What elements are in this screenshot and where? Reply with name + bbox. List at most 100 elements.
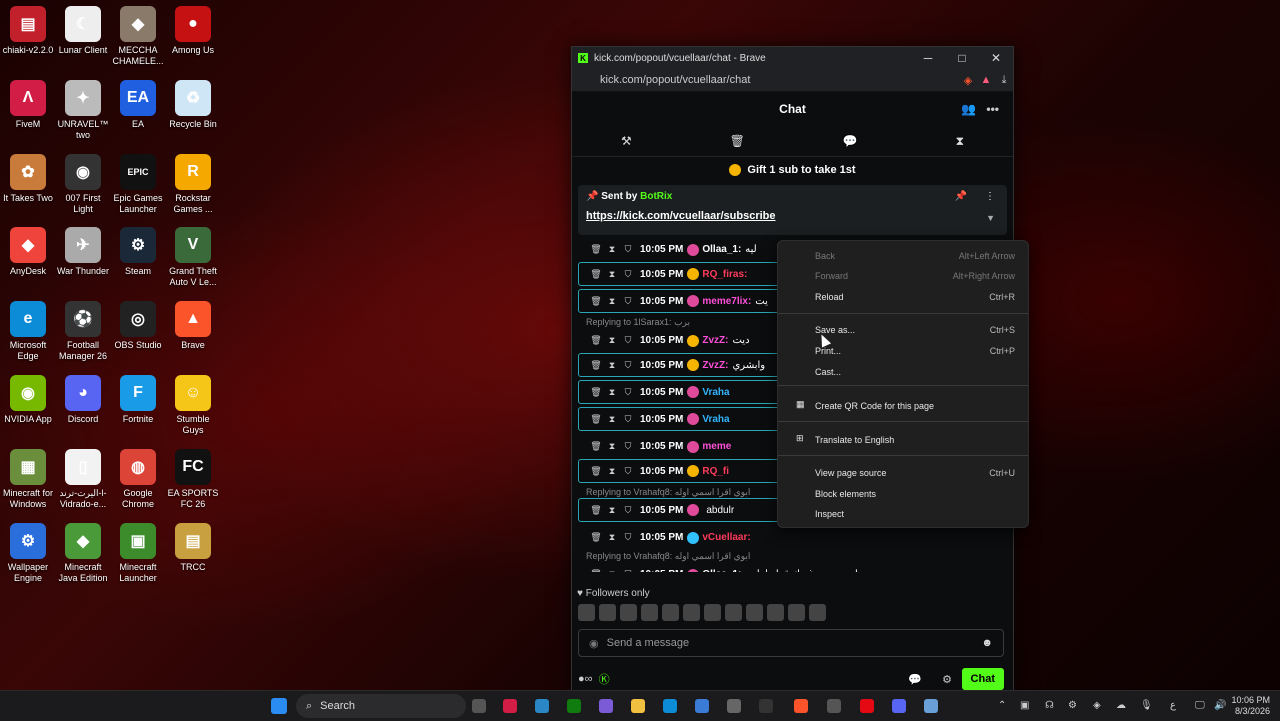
- hammer-icon[interactable]: ⚒: [621, 134, 632, 148]
- context-menu-item[interactable]: Print... Ctrl+P: [815, 346, 1015, 356]
- message-username[interactable]: Ollaa_1:: [702, 569, 741, 572]
- users-icon[interactable]: 👥: [961, 102, 976, 116]
- chat-message[interactable]: 🗑⧗⛉ 10:05 PM Ollaa_1: احسن من غيرك قراه لول…: [572, 562, 1013, 572]
- message-username[interactable]: vCuellaar:: [702, 532, 750, 543]
- calculator-icon[interactable]: [924, 699, 938, 713]
- kick-logo-icon[interactable]: Ⓚ: [599, 671, 610, 687]
- emote[interactable]: [599, 604, 616, 621]
- language-indicator[interactable]: ع: [1170, 700, 1176, 711]
- shield-icon[interactable]: ⛉: [620, 387, 636, 398]
- delete-icon[interactable]: 🗑: [588, 296, 604, 307]
- shield-icon[interactable]: ⛉: [620, 532, 636, 543]
- desktop-icon[interactable]: ☾ Lunar Client: [55, 0, 111, 56]
- emote[interactable]: [620, 604, 637, 621]
- gear-icon[interactable]: ⚙: [942, 673, 952, 686]
- shield-icon[interactable]: ⛉: [620, 569, 636, 572]
- timeout-icon[interactable]: ⧗: [604, 532, 620, 543]
- edge-taskbar-icon[interactable]: [663, 699, 677, 713]
- url-text[interactable]: kick.com/popout/vcuellaar/chat: [600, 74, 959, 86]
- delete-icon[interactable]: 🗑: [588, 505, 604, 516]
- tray-chevron-icon[interactable]: ⌃: [998, 700, 1006, 711]
- delete-icon[interactable]: 🗑: [588, 335, 604, 346]
- desktop-icon[interactable]: ▯ اليرت-ترند-l- Vidrado-e...: [55, 443, 111, 510]
- brave-rewards-icon[interactable]: ▲: [977, 74, 995, 86]
- headset-icon[interactable]: ☊: [1045, 700, 1054, 711]
- microphone-icon[interactable]: 🎙: [1140, 700, 1153, 711]
- chevron-down-icon[interactable]: ▼: [986, 213, 995, 223]
- maximize-button[interactable]: □: [945, 51, 979, 65]
- chrome-taskbar-icon[interactable]: [827, 699, 841, 713]
- desktop-icon[interactable]: V Grand Theft Auto V Le...: [165, 221, 221, 288]
- timeout-icon[interactable]: ⧗: [604, 414, 620, 425]
- message-username[interactable]: Vraha: [702, 387, 729, 398]
- desktop-icon[interactable]: ✦ UNRAVEL™ two: [55, 74, 111, 141]
- desktop-icon[interactable]: ⚙ Steam: [110, 221, 166, 277]
- desktop-icon[interactable]: ⚽ Football Manager 26: [55, 295, 111, 362]
- shield-icon[interactable]: ⛉: [620, 244, 636, 255]
- delete-icon[interactable]: 🗑: [588, 244, 604, 255]
- desktop-icon[interactable]: ◉ 007 First Light: [55, 148, 111, 215]
- delete-icon[interactable]: 🗑: [588, 569, 604, 572]
- steam-tray-icon[interactable]: ⚙: [1068, 700, 1077, 711]
- more-options-icon[interactable]: •••: [986, 102, 999, 116]
- desktop-icon[interactable]: R Rockstar Games ...: [165, 148, 221, 215]
- settings-taskbar-icon[interactable]: [727, 699, 741, 713]
- timeout-icon[interactable]: ⧗: [604, 387, 620, 398]
- store-icon[interactable]: [695, 699, 709, 713]
- context-menu-item[interactable]: Inspect: [815, 509, 1015, 519]
- context-menu-item[interactable]: Translate to English: [815, 435, 1015, 445]
- shield-icon[interactable]: ⛉: [620, 335, 636, 346]
- message-input[interactable]: ◉ Send a message ☻: [578, 629, 1004, 657]
- context-menu-item[interactable]: Create QR Code for this page: [815, 401, 1015, 411]
- app-taskbar-icon[interactable]: [759, 699, 773, 713]
- emote[interactable]: [662, 604, 679, 621]
- pinned-author[interactable]: BotRix: [640, 191, 672, 202]
- desktop-icon[interactable]: F Fortnite: [110, 369, 166, 425]
- emoji-icon[interactable]: ☻: [981, 637, 993, 649]
- tray-app-icon[interactable]: ◈: [1093, 700, 1101, 711]
- send-chat-button[interactable]: Chat: [961, 668, 1004, 690]
- context-menu-item[interactable]: Block elements: [815, 489, 1015, 499]
- desktop-icon[interactable]: ◆ Minecraft Java Edition: [55, 517, 111, 584]
- desktop-icon[interactable]: e Microsoft Edge: [0, 295, 56, 362]
- timeout-icon[interactable]: ⧗: [604, 569, 620, 572]
- pin-icon[interactable]: 📌: [955, 191, 967, 202]
- desktop-icon[interactable]: Λ FiveM: [0, 74, 56, 130]
- taskbar-clock[interactable]: 10:06 PM 8/3/2026: [1231, 695, 1270, 717]
- message-username[interactable]: RQ_firas:: [702, 269, 747, 280]
- xbox-icon[interactable]: [567, 699, 581, 713]
- cloud-icon[interactable]: ☁: [1116, 700, 1126, 711]
- emote[interactable]: [704, 604, 721, 621]
- desktop-icon[interactable]: ▤ TRCC: [165, 517, 221, 573]
- network-icon[interactable]: 🖵: [1195, 700, 1205, 711]
- desktop-icon[interactable]: ♻ Recycle Bin: [165, 74, 221, 130]
- context-menu-item[interactable]: View page source Ctrl+U: [815, 468, 1015, 478]
- desktop-icon[interactable]: ◉ NVIDIA App: [0, 369, 56, 425]
- desktop-icon[interactable]: EPIC Epic Games Launcher: [110, 148, 166, 215]
- desktop-icon[interactable]: ◍ Google Chrome: [110, 443, 166, 510]
- delete-icon[interactable]: 🗑: [588, 466, 604, 477]
- desktop-icon[interactable]: ◎ OBS Studio: [110, 295, 166, 351]
- message-username[interactable]: Vraha: [702, 414, 729, 425]
- window-titlebar[interactable]: K kick.com/popout/vcuellaar/chat - Brave…: [572, 47, 1013, 69]
- shield-icon[interactable]: ⛉: [620, 505, 636, 516]
- delete-icon[interactable]: 🗑: [588, 532, 604, 543]
- desktop-icon[interactable]: ⚙ Wallpaper Engine: [0, 517, 56, 584]
- desktop-icon[interactable]: ✿ It Takes Two: [0, 148, 56, 204]
- context-menu-item[interactable]: Cast...: [815, 367, 1015, 377]
- message-username[interactable]: meme: [702, 441, 731, 452]
- netflix-icon[interactable]: [860, 699, 874, 713]
- timeout-icon[interactable]: ⧗: [604, 244, 620, 255]
- context-menu-item[interactable]: Save as... Ctrl+S: [815, 325, 1015, 335]
- timeout-icon[interactable]: ⧗: [604, 360, 620, 371]
- timeout-icon[interactable]: ⧗: [604, 466, 620, 477]
- minimize-button[interactable]: ─: [911, 51, 945, 65]
- delete-icon[interactable]: 🗑: [588, 414, 604, 425]
- emote[interactable]: [746, 604, 763, 621]
- desktop-icon[interactable]: ✈ War Thunder: [55, 221, 111, 277]
- shield-icon[interactable]: ⛉: [620, 269, 636, 280]
- emote[interactable]: [809, 604, 826, 621]
- emote[interactable]: [683, 604, 700, 621]
- speech-bubble-icon[interactable]: 💬: [843, 134, 858, 148]
- emote[interactable]: [788, 604, 805, 621]
